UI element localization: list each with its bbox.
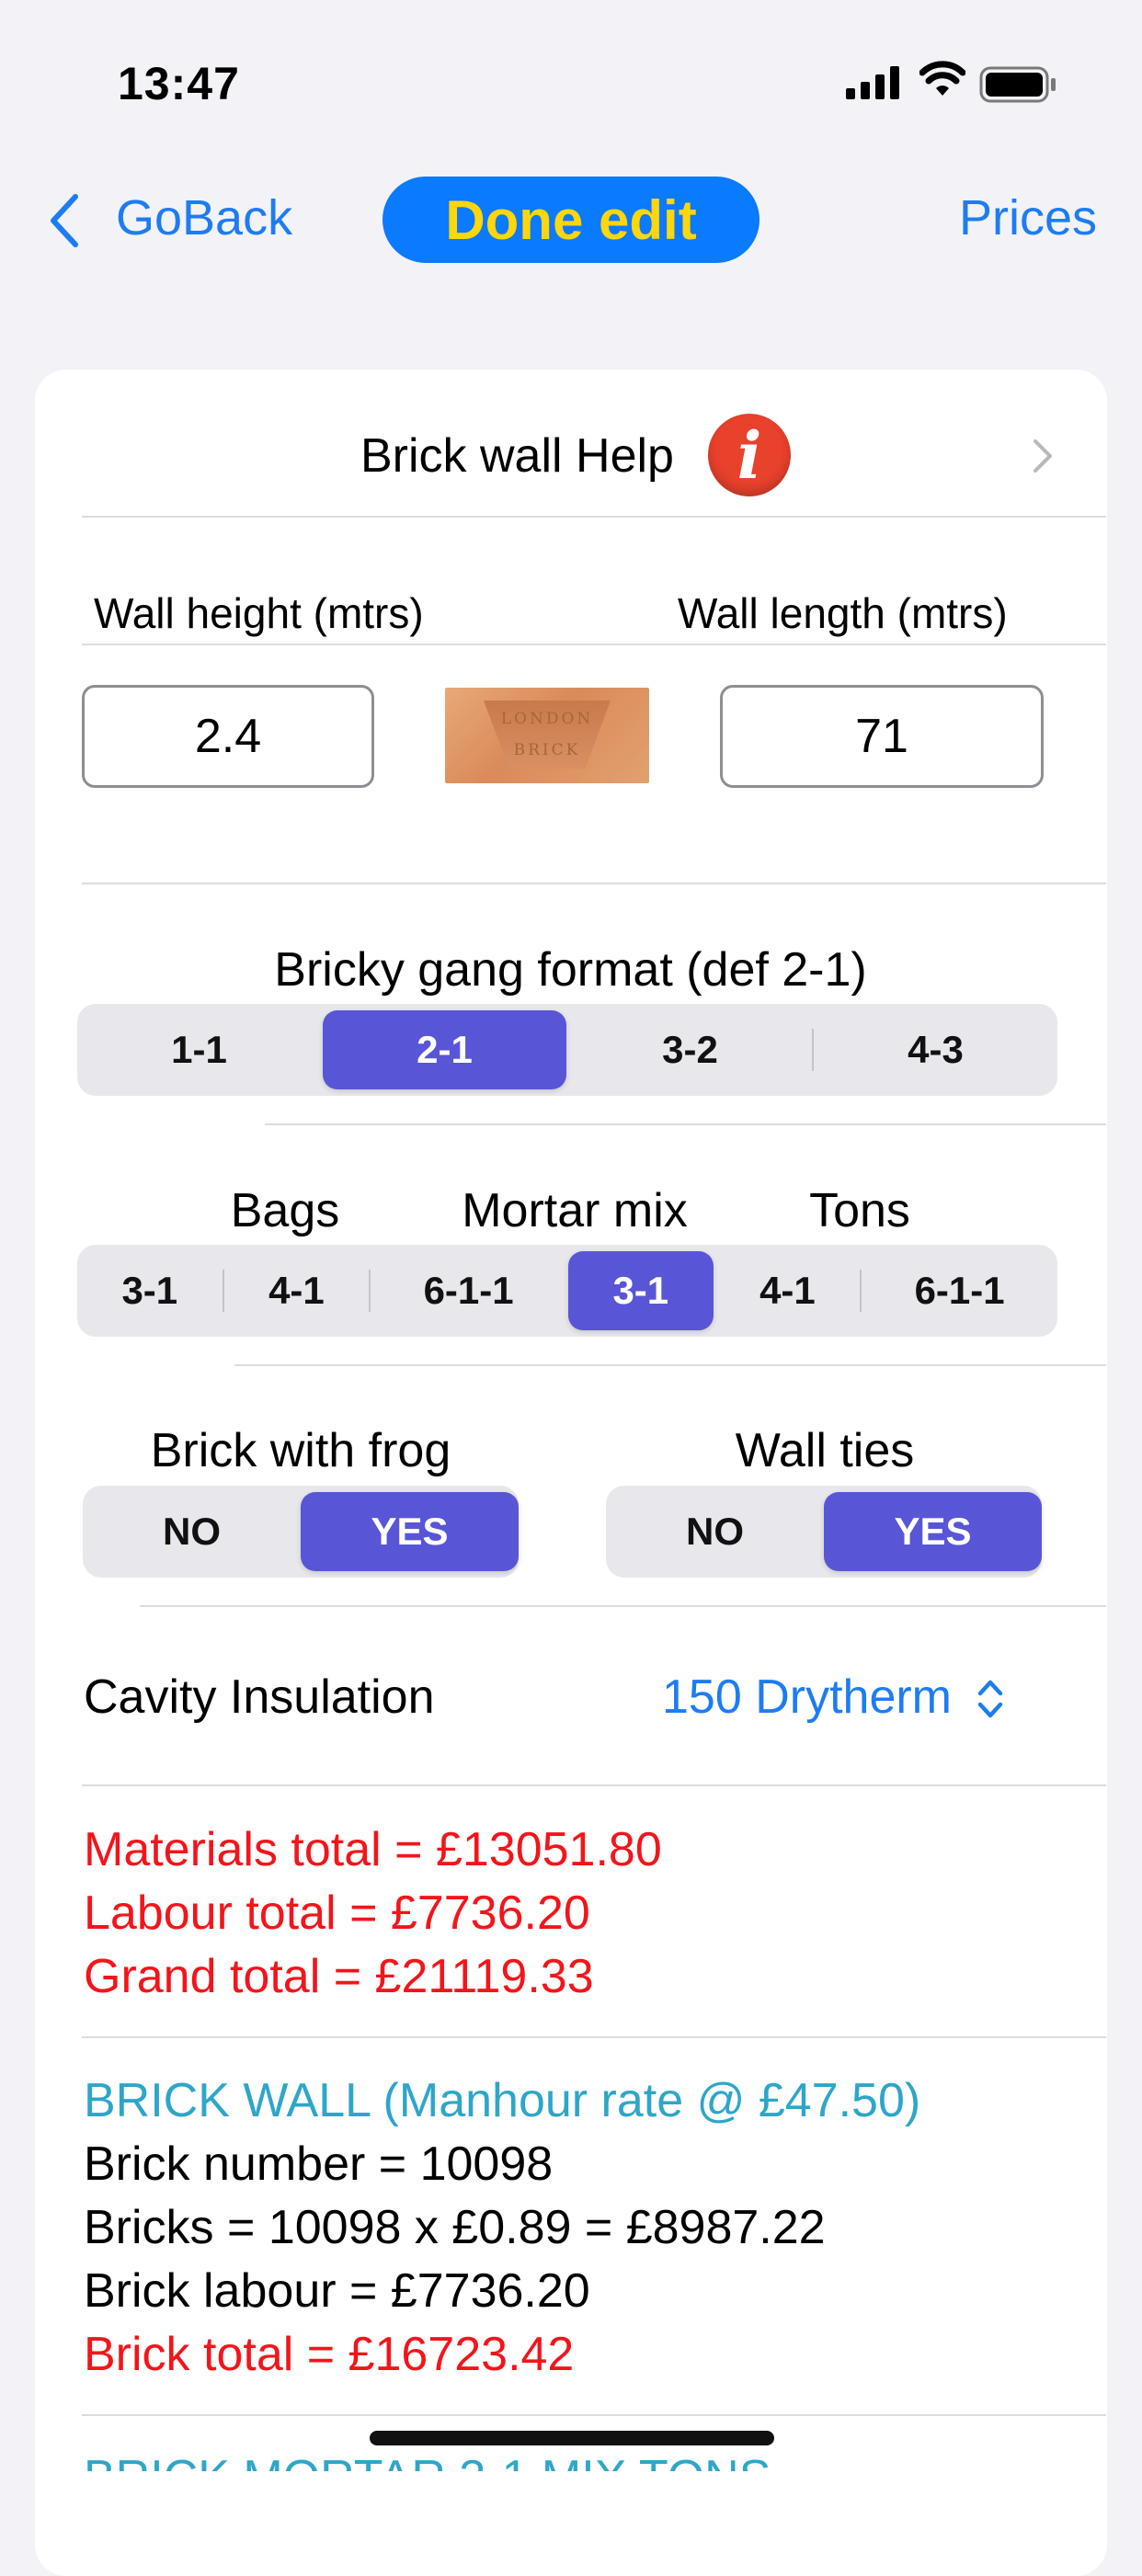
battery-icon <box>979 66 1056 103</box>
cellular-signal-icon <box>846 66 899 99</box>
mortar-option-bags-3-1[interactable]: 3-1 <box>77 1251 223 1330</box>
status-time: 13:47 <box>118 58 240 109</box>
brick-stamp-line-2: BRICK <box>513 741 581 759</box>
brick-total: Brick total = £16723.42 <box>84 2328 575 2381</box>
gang-option-1-1[interactable]: 1-1 <box>77 1010 321 1089</box>
mortar-mix-segmented-control: 3-1 4-1 6-1-1 3-1 4-1 6-1-1 <box>77 1245 1057 1337</box>
mortar-option-bags-4-1[interactable]: 4-1 <box>224 1251 370 1330</box>
go-back-button[interactable]: GoBack <box>116 189 292 246</box>
grand-total: Grand total = £21119.33 <box>84 1950 594 2003</box>
brick-labour: Brick labour = £7736.20 <box>84 2264 590 2318</box>
home-indicator[interactable] <box>370 2431 774 2445</box>
divider <box>82 2414 1106 2416</box>
gang-option-2-1[interactable]: 2-1 <box>323 1010 566 1089</box>
cavity-insulation-picker[interactable]: 150 Drytherm <box>662 1670 952 1725</box>
wifi-icon <box>919 61 965 96</box>
divider <box>265 1123 1106 1125</box>
done-edit-button[interactable]: Done edit <box>383 177 759 263</box>
divider <box>82 644 1106 645</box>
gang-format-title: Bricky gang format (def 2-1) <box>274 943 867 997</box>
gang-option-4-3[interactable]: 4-3 <box>814 1010 1057 1089</box>
wall-ties-toggle: NO YES <box>606 1486 1042 1578</box>
chevron-up-down-icon[interactable] <box>976 1675 1004 1723</box>
help-title[interactable]: Brick wall Help <box>360 428 674 484</box>
mortar-mix-label: Mortar mix <box>462 1184 688 1237</box>
mortar-option-tons-6-1-1[interactable]: 6-1-1 <box>862 1251 1057 1330</box>
divider <box>234 1364 1106 1366</box>
brick-mortar-heading: BRICK MORTAR 3-1 MIX TONS <box>84 2450 771 2471</box>
gang-format-segmented-control: 1-1 2-1 3-2 4-3 <box>77 1004 1057 1096</box>
materials-total: Materials total = £13051.80 <box>84 1823 662 1876</box>
brick-image: LONDON BRICK <box>445 688 649 783</box>
wall-ties-label: Wall ties <box>735 1424 915 1477</box>
ties-option-yes[interactable]: YES <box>824 1492 1042 1571</box>
frog-option-no[interactable]: NO <box>83 1492 301 1571</box>
bricks-cost: Bricks = 10098 x £0.89 = £8987.22 <box>84 2201 826 2254</box>
wall-length-input[interactable]: 71 <box>720 685 1044 788</box>
divider <box>82 883 1106 884</box>
wall-length-label: Wall length (mtrs) <box>678 589 1008 637</box>
brick-wall-heading: BRICK WALL (Manhour rate @ £47.50) <box>84 2074 921 2127</box>
frog-option-yes[interactable]: YES <box>301 1492 519 1571</box>
ties-option-no[interactable]: NO <box>606 1492 824 1571</box>
tons-label: Tons <box>809 1184 910 1237</box>
wall-height-input[interactable]: 2.4 <box>82 685 374 788</box>
divider <box>82 1784 1106 1786</box>
mortar-option-tons-4-1[interactable]: 4-1 <box>715 1251 861 1330</box>
wall-height-label: Wall height (mtrs) <box>94 589 424 637</box>
info-icon[interactable]: i <box>708 414 791 496</box>
cavity-insulation-label: Cavity Insulation <box>84 1670 435 1724</box>
chevron-right-icon[interactable] <box>1032 438 1054 474</box>
prices-button[interactable]: Prices <box>959 189 1097 246</box>
brick-frog-toggle: NO YES <box>83 1486 519 1578</box>
divider <box>82 516 1106 518</box>
chevron-left-icon[interactable] <box>48 193 81 248</box>
mortar-option-bags-6-1-1[interactable]: 6-1-1 <box>371 1251 566 1330</box>
brick-with-frog-label: Brick with frog <box>150 1424 451 1477</box>
bags-label: Bags <box>230 1184 340 1237</box>
labour-total: Labour total = £7736.20 <box>84 1886 590 1940</box>
brick-number: Brick number = 10098 <box>84 2137 554 2191</box>
brick-stamp-line-1: LONDON <box>500 710 594 728</box>
gang-option-3-2[interactable]: 3-2 <box>568 1010 812 1089</box>
divider <box>140 1605 1106 1607</box>
divider <box>82 2036 1106 2038</box>
mortar-option-tons-3-1[interactable]: 3-1 <box>568 1251 714 1330</box>
